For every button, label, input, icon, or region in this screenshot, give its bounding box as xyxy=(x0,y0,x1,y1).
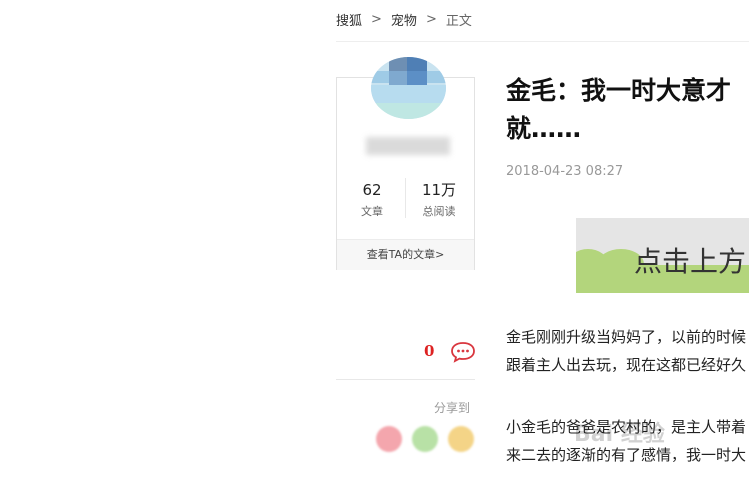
share-qzone-icon[interactable] xyxy=(448,426,474,452)
promo-banner[interactable]: 点击上方 xyxy=(576,218,749,293)
stat-articles-label: 文章 xyxy=(361,205,383,218)
comment-icon[interactable] xyxy=(450,341,476,363)
author-name-blurred[interactable] xyxy=(366,137,450,155)
article-title: 金毛：我一时大意才 就…… xyxy=(506,72,749,148)
paragraph-line: 跟着主人出去玩，现在这都已经好久 xyxy=(506,356,747,374)
share-weibo-icon[interactable] xyxy=(376,426,402,452)
breadcrumb-section[interactable]: 宠物 xyxy=(391,10,417,29)
banner-text: 点击上方 xyxy=(634,245,747,278)
breadcrumb-separator: > xyxy=(371,12,382,27)
stat-articles: 62 文章 xyxy=(342,181,402,219)
breadcrumb: 搜狐 > 宠物 > 正文 xyxy=(336,10,472,29)
stat-reads-value: 11万 xyxy=(421,181,457,199)
article-title-line2: 就…… xyxy=(506,114,582,143)
paragraph-line: 金毛刚刚升级当妈妈了，以前的时候 xyxy=(506,328,747,346)
stat-reads: 11万 总阅读 xyxy=(409,181,469,219)
header-divider xyxy=(336,41,749,42)
share-label: 分享到 xyxy=(434,401,471,415)
article-paragraph: 金毛刚刚升级当妈妈了，以前的时候 跟着主人出去玩，现在这都已经好久 xyxy=(506,323,749,379)
avatar[interactable] xyxy=(371,57,446,119)
stat-divider xyxy=(405,178,406,218)
share-wechat-icon[interactable] xyxy=(412,426,438,452)
watermark-logo: Bai 经验 xyxy=(574,422,665,447)
comment-count[interactable]: 0 xyxy=(424,342,434,360)
side-divider xyxy=(336,379,475,380)
breadcrumb-current: 正文 xyxy=(445,14,472,29)
article-title-line1: 金毛：我一时大意才 xyxy=(506,76,732,105)
breadcrumb-separator: > xyxy=(425,12,437,27)
view-author-articles-link[interactable]: 查看TA的文章> xyxy=(337,239,474,270)
article-date: 2018-04-23 08:27 xyxy=(506,164,624,179)
breadcrumb-home[interactable]: 搜狐 xyxy=(336,10,362,29)
stat-articles-value: 62 xyxy=(362,181,382,199)
stat-reads-label: 总阅读 xyxy=(422,205,456,218)
